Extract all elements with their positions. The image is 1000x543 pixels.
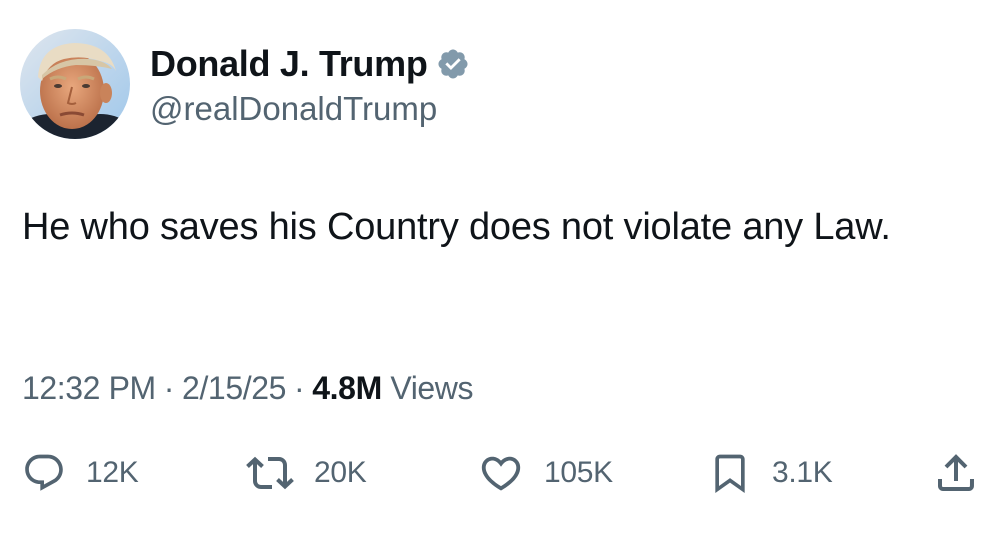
verified-badge-icon[interactable] xyxy=(436,47,470,81)
meta-separator: · xyxy=(163,370,175,406)
action-bar: 12K 20K 105K 3.1K xyxy=(0,448,1000,498)
author-handle[interactable]: @realDonaldTrump xyxy=(150,90,470,128)
reply-count: 12K xyxy=(86,456,139,489)
like-button[interactable]: 105K xyxy=(478,448,613,498)
tweet-header: Donald J. Trump @realDonaldTrump xyxy=(20,28,470,140)
repost-count: 20K xyxy=(314,456,367,489)
bookmark-icon xyxy=(708,449,752,497)
repost-icon xyxy=(246,449,294,497)
avatar-image xyxy=(20,29,130,139)
display-name[interactable]: Donald J. Trump xyxy=(150,43,428,85)
bookmark-button[interactable]: 3.1K xyxy=(708,448,833,498)
author-names: Donald J. Trump @realDonaldTrump xyxy=(150,40,470,128)
repost-button[interactable]: 20K xyxy=(246,448,367,498)
tweet-date[interactable]: 2/15/25 xyxy=(182,370,286,406)
tweet-card[interactable]: Donald J. Trump @realDonaldTrump He who … xyxy=(0,0,1000,543)
share-icon xyxy=(932,449,980,497)
reply-button[interactable]: 12K xyxy=(22,448,139,498)
bookmark-count: 3.1K xyxy=(772,456,833,489)
like-count: 105K xyxy=(544,456,613,489)
heart-icon xyxy=(478,450,524,496)
tweet-text: He who saves his Country does not violat… xyxy=(22,206,891,248)
avatar[interactable] xyxy=(20,29,130,139)
views-count: 4.8M xyxy=(312,370,382,406)
meta-separator: · xyxy=(294,370,305,406)
tweet-meta: 12:32 PM · 2/15/25 · 4.8M Views xyxy=(22,370,474,407)
views-label: Views xyxy=(390,370,474,406)
share-button[interactable] xyxy=(932,448,980,498)
display-name-row: Donald J. Trump xyxy=(150,40,470,88)
reply-icon xyxy=(22,451,66,495)
tweet-time[interactable]: 12:32 PM xyxy=(22,370,156,406)
